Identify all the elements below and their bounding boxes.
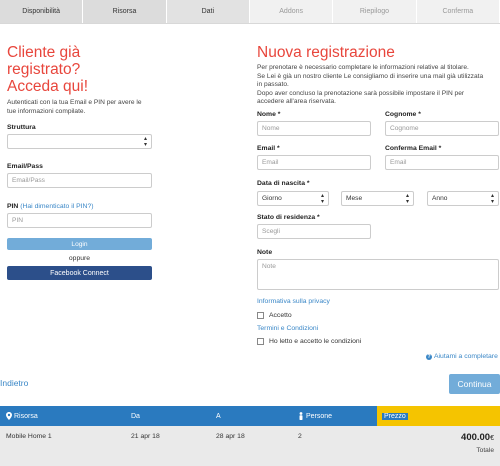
select-arrows-icon: ▴ ▾: [405, 192, 409, 205]
summary-resource: Mobile Home 1: [6, 433, 52, 440]
forgot-pin-link[interactable]: (Hai dimenticato il PIN?): [20, 203, 93, 210]
or-text: oppure: [68, 255, 91, 263]
summary-from: 21 apr 18: [131, 433, 160, 440]
registration-info: Per prenotare è necessario completare le…: [257, 64, 500, 107]
info-line4: Dopo aver concluso la prenotazione sarà …: [257, 89, 465, 97]
location-pin-icon: [6, 412, 12, 420]
dob-day-value: Giorno: [262, 195, 282, 202]
login-intro-line1: Autenticati con la tua Email e PIN per a…: [7, 99, 142, 106]
summary-to: 28 apr 18: [216, 433, 245, 440]
person-icon: [299, 412, 303, 420]
dob-month-value: Mese: [346, 195, 363, 202]
dob-label: Data di nascita *: [257, 180, 310, 187]
structure-label: Struttura: [7, 124, 36, 132]
login-title-line3: Acceda qui!: [7, 78, 88, 95]
summary-price: 400.00€: [461, 432, 494, 443]
summary-header-price: Prezzo: [382, 412, 408, 420]
email-confirm-label: Conferma Email *: [385, 145, 442, 152]
privacy-checkbox[interactable]: [257, 312, 264, 319]
summary-header-resource: Risorsa: [6, 406, 38, 426]
login-intro-line2: tue informazioni compilate.: [7, 107, 86, 115]
summary-header: Risorsa Da A Persone Prezzo: [0, 406, 500, 426]
login-email-input[interactable]: Email/Pass: [7, 173, 152, 189]
note-textarea[interactable]: Note: [257, 259, 499, 290]
login-panel: Cliente già registrato? Acceda qui! Aute…: [7, 44, 152, 281]
summary-persons: 2: [298, 433, 302, 440]
dob-year-value: Anno: [432, 195, 448, 202]
summary-price-currency: €: [490, 435, 494, 442]
terms-checkbox[interactable]: [257, 338, 264, 345]
info-line3: in passato.: [257, 81, 289, 89]
login-email-placeholder: Email/Pass: [12, 177, 45, 185]
name-input[interactable]: Nome: [257, 121, 371, 136]
step-availability[interactable]: Disponibilità: [0, 0, 84, 23]
info-line2: Se Lei è già un nostro cliente Le consig…: [257, 72, 484, 80]
select-arrows-icon: ▴ ▾: [320, 192, 324, 205]
structure-select[interactable]: ▴ ▾: [7, 134, 152, 150]
question-icon: ?: [426, 353, 432, 360]
login-title-line1: Cliente già: [7, 44, 81, 61]
info-line5: accedere all'area riservata.: [257, 98, 336, 106]
help-link[interactable]: ? Aiutami a completare: [426, 353, 498, 360]
country-label: Stato di residenza *: [257, 214, 320, 221]
summary-total-label: Totale: [476, 447, 494, 454]
email-confirm-input[interactable]: Email: [385, 155, 499, 170]
facebook-connect-button[interactable]: Facebook Connect: [7, 266, 152, 281]
note-label: Note: [257, 249, 273, 256]
pin-placeholder: PIN: [12, 217, 23, 225]
terms-link[interactable]: Termini e Condizioni: [257, 325, 318, 332]
step-resource[interactable]: Risorsa: [83, 0, 167, 23]
name-label: Nome *: [257, 111, 281, 118]
registration-title: Nuova registrazione: [257, 44, 395, 61]
info-line1: Per prenotare è necessario completare le…: [257, 64, 469, 71]
surname-input[interactable]: Cognome: [385, 121, 499, 136]
summary-header-resource-label: Risorsa: [14, 412, 38, 420]
step-addons: Addons: [249, 0, 334, 23]
note-placeholder: Note: [262, 263, 276, 270]
country-input[interactable]: Scegli: [257, 224, 371, 239]
name-placeholder: Nome: [262, 125, 280, 132]
login-email-label: Email/Pass: [7, 163, 43, 171]
email-label: Email *: [257, 145, 280, 152]
email-confirm-placeholder: Email: [390, 159, 407, 166]
privacy-accept-row: Accetto: [257, 312, 292, 319]
summary-header-to: A: [216, 412, 221, 420]
summary-price-value: 400.00: [461, 432, 491, 443]
terms-accept-label: Ho letto e accetto le condizioni: [269, 338, 362, 345]
step-data: Dati: [166, 0, 250, 23]
select-arrows-icon: ▴ ▾: [143, 135, 147, 148]
wizard-steps: Disponibilità Risorsa Dati Addons Riepil…: [0, 0, 500, 24]
login-title: Cliente già registrato? Acceda qui!: [7, 44, 152, 95]
login-title-line2: registrato?: [7, 61, 81, 78]
login-intro: Autenticati con la tua Email e PIN per a…: [7, 99, 152, 116]
help-link-label: Aiutami a completare: [434, 353, 498, 360]
back-link[interactable]: Indietro: [0, 378, 28, 388]
dob-year-select[interactable]: Anno ▴ ▾: [427, 191, 499, 206]
terms-accept-row: Ho letto e accetto le condizioni: [257, 338, 361, 345]
dob-day-select[interactable]: Giorno ▴ ▾: [257, 191, 329, 206]
privacy-link[interactable]: Informativa sulla privacy: [257, 298, 330, 305]
summary-header-persons-label: Persone: [306, 412, 333, 420]
continue-button[interactable]: Continua: [449, 374, 500, 394]
email-placeholder: Email: [262, 159, 279, 166]
registration-panel: Nuova registrazione Per prenotare è nece…: [257, 44, 500, 107]
pin-label: PIN: [7, 203, 19, 211]
step-summary: Riepilogo: [333, 0, 417, 23]
summary-row: Mobile Home 1 21 apr 18 28 apr 18 2 400.…: [0, 426, 500, 466]
email-input[interactable]: Email: [257, 155, 371, 170]
login-button[interactable]: Login: [7, 238, 152, 251]
surname-placeholder: Cognome: [390, 125, 419, 132]
surname-label: Cognome *: [385, 111, 421, 118]
step-confirm: Conferma: [416, 0, 500, 23]
privacy-accept-label: Accetto: [269, 312, 292, 319]
country-placeholder: Scegli: [262, 228, 280, 235]
dob-month-select[interactable]: Mese ▴ ▾: [341, 191, 414, 206]
summary-header-price-cell: Prezzo: [377, 406, 500, 426]
summary-header-persons: Persone: [298, 406, 332, 426]
summary-header-from: Da: [131, 412, 140, 420]
pin-input[interactable]: PIN: [7, 213, 152, 229]
select-arrows-icon: ▴ ▾: [490, 192, 494, 205]
